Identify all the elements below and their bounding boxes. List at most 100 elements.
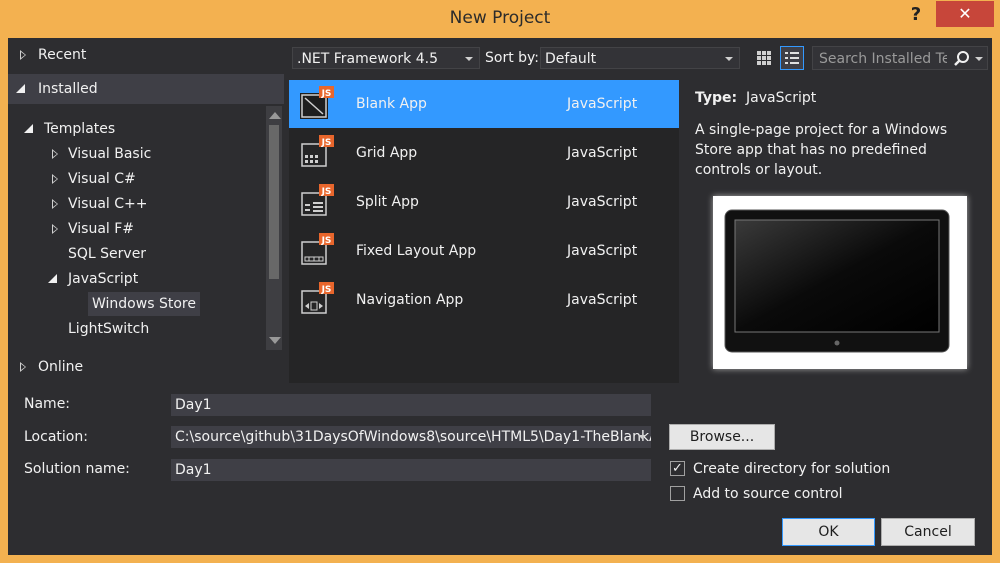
split-app-js-icon: JS	[301, 184, 334, 216]
expand-arrow-icon[interactable]	[52, 149, 58, 159]
list-view-button[interactable]	[780, 46, 804, 70]
svg-text:JS: JS	[321, 138, 332, 148]
dialog-title: New Project	[449, 8, 551, 28]
tablet-preview-icon	[724, 209, 950, 353]
expand-arrow-icon[interactable]	[20, 362, 26, 372]
template-list: JS Blank App JavaScript JS Grid App JavaScrip…	[289, 80, 679, 383]
chevron-down-icon[interactable]	[975, 57, 983, 61]
name-field[interactable]	[171, 394, 651, 416]
collapse-arrow-icon[interactable]	[48, 274, 58, 284]
tree-node-installed-row[interactable]: Installed	[8, 74, 284, 104]
collapse-arrow-icon[interactable]	[24, 124, 34, 134]
name-label: Name:	[24, 396, 71, 412]
tree-node-templates[interactable]: Templates	[8, 117, 258, 141]
template-name: Navigation App	[356, 292, 464, 308]
template-details: Type: JavaScript A single-page project f…	[695, 80, 992, 383]
tree-node-label: Visual F#	[68, 221, 135, 237]
expand-arrow-icon[interactable]	[52, 174, 58, 184]
chevron-down-icon[interactable]	[638, 435, 646, 439]
scroll-down-arrow-icon[interactable]	[269, 337, 281, 344]
type-value: JavaScript	[746, 90, 817, 106]
template-language: JavaScript	[567, 194, 638, 210]
tree-node-label: Online	[38, 359, 84, 375]
template-name: Blank App	[356, 96, 427, 112]
expand-arrow-icon[interactable]	[20, 50, 26, 60]
template-language: JavaScript	[567, 243, 638, 259]
tree-scrollbar-thumb[interactable]	[269, 125, 279, 279]
svg-text:JS: JS	[321, 89, 332, 99]
search-box	[812, 46, 988, 70]
chevron-down-icon	[725, 57, 733, 61]
template-name: Split App	[356, 194, 419, 210]
tree-node-category[interactable]: SQL Server	[8, 242, 258, 266]
tree-node-label: Templates	[44, 121, 116, 137]
solution-name-label: Solution name:	[24, 461, 130, 477]
tree-node-label: JavaScript	[68, 271, 139, 287]
tree-node-installed: Installed	[38, 81, 98, 97]
title-bar: New Project ? ✕	[0, 0, 1000, 38]
svg-text:JS: JS	[321, 285, 332, 295]
tree-node-label: Visual C#	[68, 171, 136, 187]
tree-node-category[interactable]: Visual C#	[8, 167, 258, 191]
tree-node-label: Windows Store	[88, 292, 200, 316]
framework-select[interactable]: .NET Framework 4.5	[292, 47, 480, 69]
ok-button[interactable]: OK	[782, 518, 875, 546]
blank-app-js-icon: JS	[300, 86, 334, 119]
expand-arrow-icon[interactable]	[52, 199, 58, 209]
template-language: JavaScript	[567, 96, 638, 112]
tree-node-category[interactable]: Visual C++	[8, 192, 258, 216]
fixed-layout-app-js-icon: JS	[301, 233, 334, 265]
grid-app-js-icon: JS	[301, 135, 334, 167]
template-type: Type: JavaScript	[695, 90, 816, 106]
create-directory-checkbox[interactable]: ✓	[670, 461, 685, 476]
collapse-arrow-icon[interactable]	[16, 84, 26, 94]
list-view-icon	[785, 52, 799, 64]
template-preview-image	[713, 196, 967, 369]
tree-node-category[interactable]: Windows Store	[8, 292, 258, 316]
browse-button[interactable]: Browse...	[669, 424, 775, 450]
sort-by-label: Sort by:	[485, 50, 540, 66]
tree-node-category[interactable]: Visual Basic	[8, 142, 258, 166]
checkmark-icon: ✓	[672, 461, 683, 476]
template-row[interactable]: JS Grid App JavaScript	[289, 129, 679, 177]
location-field[interactable]: C:\source\github\31DaysOfWindows8\source…	[171, 426, 651, 448]
template-language: JavaScript	[567, 292, 638, 308]
source-control-checkbox[interactable]	[670, 486, 685, 501]
svg-text:JS: JS	[321, 187, 332, 197]
template-name: Grid App	[356, 145, 418, 161]
close-button[interactable]: ✕	[936, 1, 994, 27]
framework-select-value: .NET Framework 4.5	[297, 51, 438, 67]
type-label: Type:	[695, 90, 738, 106]
solution-name-field[interactable]	[171, 459, 651, 481]
location-value: C:\source\github\31DaysOfWindows8\source…	[175, 429, 651, 445]
location-label: Location:	[24, 429, 88, 445]
template-tree: Recent Installed Templates Visual Basic V…	[8, 38, 284, 386]
template-row[interactable]: JS Navigation App JavaScript	[289, 276, 679, 324]
cancel-button[interactable]: Cancel	[881, 518, 975, 546]
tree-node-label: Visual Basic	[68, 146, 152, 162]
help-button[interactable]: ?	[898, 2, 934, 28]
tree-node-category[interactable]: JavaScript	[8, 267, 258, 291]
search-icon[interactable]	[953, 50, 971, 68]
svg-text:JS: JS	[321, 236, 332, 246]
template-row[interactable]: JS Fixed Layout App JavaScript	[289, 227, 679, 275]
search-input[interactable]	[817, 48, 949, 70]
tree-node-label: Recent	[38, 47, 87, 63]
tree-node-category[interactable]: LightSwitch	[8, 317, 258, 341]
template-language: JavaScript	[567, 145, 638, 161]
scroll-up-arrow-icon[interactable]	[269, 112, 281, 119]
template-toolbar: .NET Framework 4.5 Sort by: Default	[292, 46, 992, 74]
sort-select-value: Default	[545, 51, 597, 67]
expand-arrow-icon[interactable]	[52, 224, 58, 234]
template-row[interactable]: JS Split App JavaScript	[289, 178, 679, 226]
tree-node-label: LightSwitch	[68, 321, 150, 337]
source-control-label: Add to source control	[693, 486, 843, 502]
template-description: A single-page project for a Windows Stor…	[695, 122, 948, 178]
small-icons-view-button[interactable]	[752, 46, 776, 70]
sort-select[interactable]: Default	[540, 47, 740, 69]
chevron-down-icon	[465, 57, 473, 61]
new-project-dialog: New Project ? ✕ Recent Installed Templat…	[0, 0, 1000, 563]
tree-node-category[interactable]: Visual F#	[8, 217, 258, 241]
template-row[interactable]: JS Blank App JavaScript	[289, 80, 679, 128]
tree-node-label: SQL Server	[68, 246, 147, 262]
